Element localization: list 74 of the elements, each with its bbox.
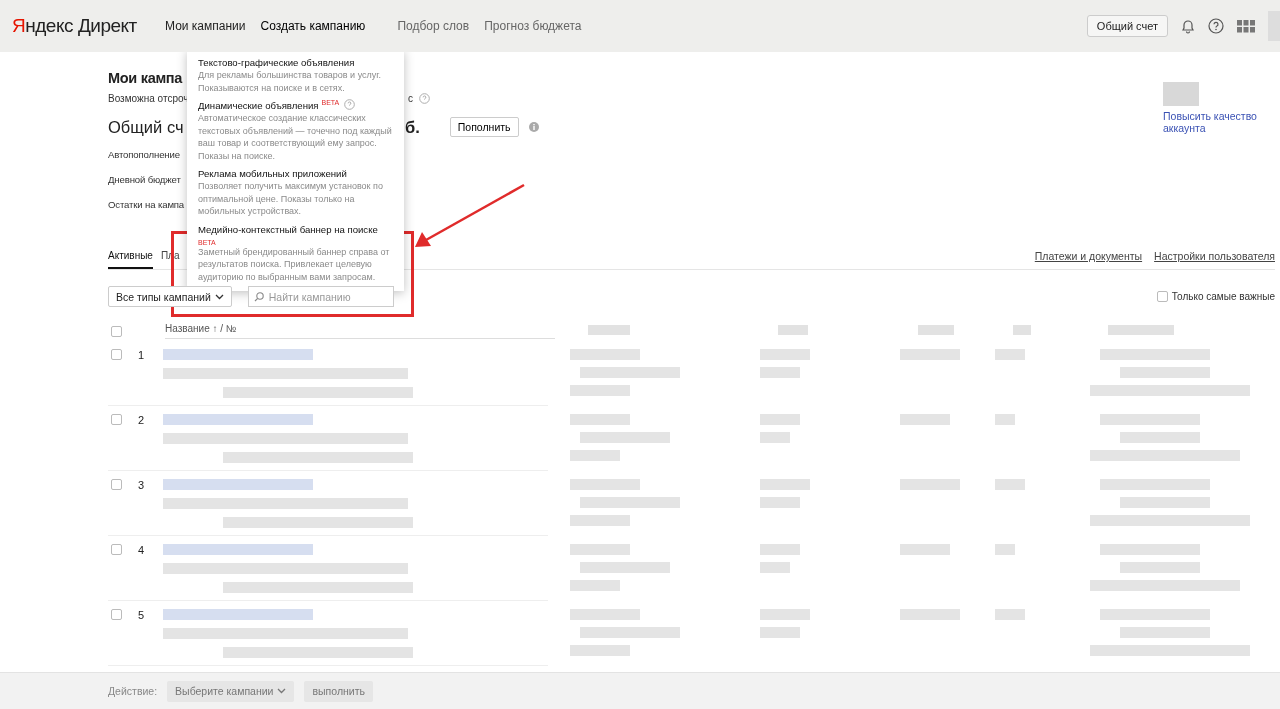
nav-link[interactable]: Прогноз бюджета [484, 19, 582, 33]
improve-quality-link[interactable]: Повысить качество аккаунта [1163, 110, 1275, 134]
checkbox[interactable] [111, 414, 122, 425]
nav-link[interactable]: Создать кампанию [260, 19, 366, 33]
blurred-text-placeholder [900, 544, 950, 555]
blurred-text-placeholder [760, 479, 810, 508]
menu-item-title: Медийно-контекстный баннер на поиске [198, 222, 378, 236]
apps-grid-icon[interactable] [1237, 19, 1255, 33]
top-up-button[interactable]: Пополнить [449, 117, 519, 137]
row-number: 3 [138, 479, 146, 491]
blurred-text-placeholder [760, 544, 800, 573]
account-button[interactable]: Общий счет [1086, 15, 1168, 37]
menu-item[interactable]: Реклама мобильных приложений Позволяет получить максимум установок по оптимальной цене. Показы только на мобильных устройствах. [187, 166, 404, 222]
blurred-text-placeholder [760, 609, 810, 638]
row-number: 1 [138, 349, 146, 361]
blurred-text-placeholder [918, 325, 954, 335]
nav-link[interactable]: Мои кампании [165, 19, 246, 33]
menu-item-title: Динамические объявления [198, 99, 319, 112]
checkbox[interactable] [1156, 291, 1168, 302]
link[interactable]: Настройки пользователя [1154, 250, 1275, 269]
blurred-text-placeholder [588, 325, 630, 335]
blurred-text-placeholder [995, 609, 1025, 620]
search-field[interactable]: Найти кампанию [247, 286, 394, 307]
checkbox[interactable] [111, 544, 122, 555]
account-title: Общий сч [108, 117, 184, 137]
blurred-text-placeholder [1013, 325, 1031, 335]
checkbox-label: Только самые важные [1171, 291, 1275, 302]
checkbox[interactable] [111, 325, 122, 337]
blurred-text-placeholder [995, 544, 1015, 555]
menu-item-description: Заметный брендированный баннер справа от результатов поиска. Привлекает целевую аудиторию по выбранным вами запросам. [198, 245, 391, 283]
blurred-image-placeholder [1163, 82, 1199, 106]
logo[interactable]: Яндекс Директ [12, 15, 165, 37]
column-header[interactable]: Название ↑ / № [165, 323, 555, 339]
blurred-text-placeholder [900, 414, 950, 425]
deferral-note-tail: с [408, 93, 413, 104]
menu-item-description: Для рекламы большинства товаров и услуг. Показываются на поиске и в сетях. [198, 69, 382, 94]
row-number: 2 [138, 414, 146, 426]
chevron-down-icon [277, 688, 287, 694]
blurred-text-placeholder [760, 349, 810, 378]
menu-item-title: Реклама мобильных приложений [198, 167, 347, 180]
chevron-down-icon [214, 293, 224, 300]
checkbox[interactable] [111, 479, 122, 490]
blurred-text-placeholder [995, 414, 1015, 425]
checkbox[interactable] [111, 609, 122, 620]
help-icon[interactable] [1208, 18, 1224, 34]
link[interactable]: Платежи и документы [1034, 250, 1143, 269]
action-dropdown[interactable]: Выберите кампании [167, 680, 295, 702]
blurred-text-placeholder [1108, 325, 1174, 335]
menu-item-title: Текстово-графические объявления [198, 56, 355, 69]
blurred-text-placeholder [760, 414, 800, 443]
campaign-type-dropdown[interactable]: Все типы кампаний [108, 286, 232, 307]
info-icon[interactable] [528, 122, 539, 132]
blurred-text-placeholder [778, 325, 808, 335]
setting-label: Остатки на кампа [108, 199, 185, 210]
blurred-text-placeholder [995, 479, 1025, 490]
blurred-text-placeholder [900, 349, 960, 360]
account-balance-tail: б. [405, 117, 420, 137]
row-number: 4 [138, 544, 146, 556]
blurred-text-placeholder [900, 609, 960, 620]
blurred-text-placeholder [995, 349, 1025, 360]
setting-label: Автопополнение [108, 149, 180, 160]
setting-label: Дневной бюджет [108, 174, 181, 185]
menu-item-description: Позволяет получить максимум установок по оптимальной цене. Показы только на мобильных устройствах. [198, 180, 384, 218]
page-title: Мои кампа [108, 70, 183, 86]
checkbox[interactable] [111, 349, 122, 360]
nav-link[interactable]: Подбор слов [397, 19, 470, 33]
menu-item[interactable]: Текстово-графические объявления Для рекламы большинства товаров и услуг. Показываются на поиске и в сетях. [187, 55, 404, 98]
menu-item-description: Автоматическое создание классических текстовых объявлений — точечно под каждый ваш товар и соответствующий ему запрос. Показы на поиске. [198, 112, 393, 162]
blurred-text-placeholder [900, 479, 960, 490]
bell-icon[interactable] [1181, 18, 1195, 34]
run-button[interactable]: выполнить [304, 680, 373, 702]
tab[interactable]: Активные [108, 250, 153, 269]
action-label: Действие: [108, 685, 158, 697]
row-number: 5 [138, 609, 146, 621]
